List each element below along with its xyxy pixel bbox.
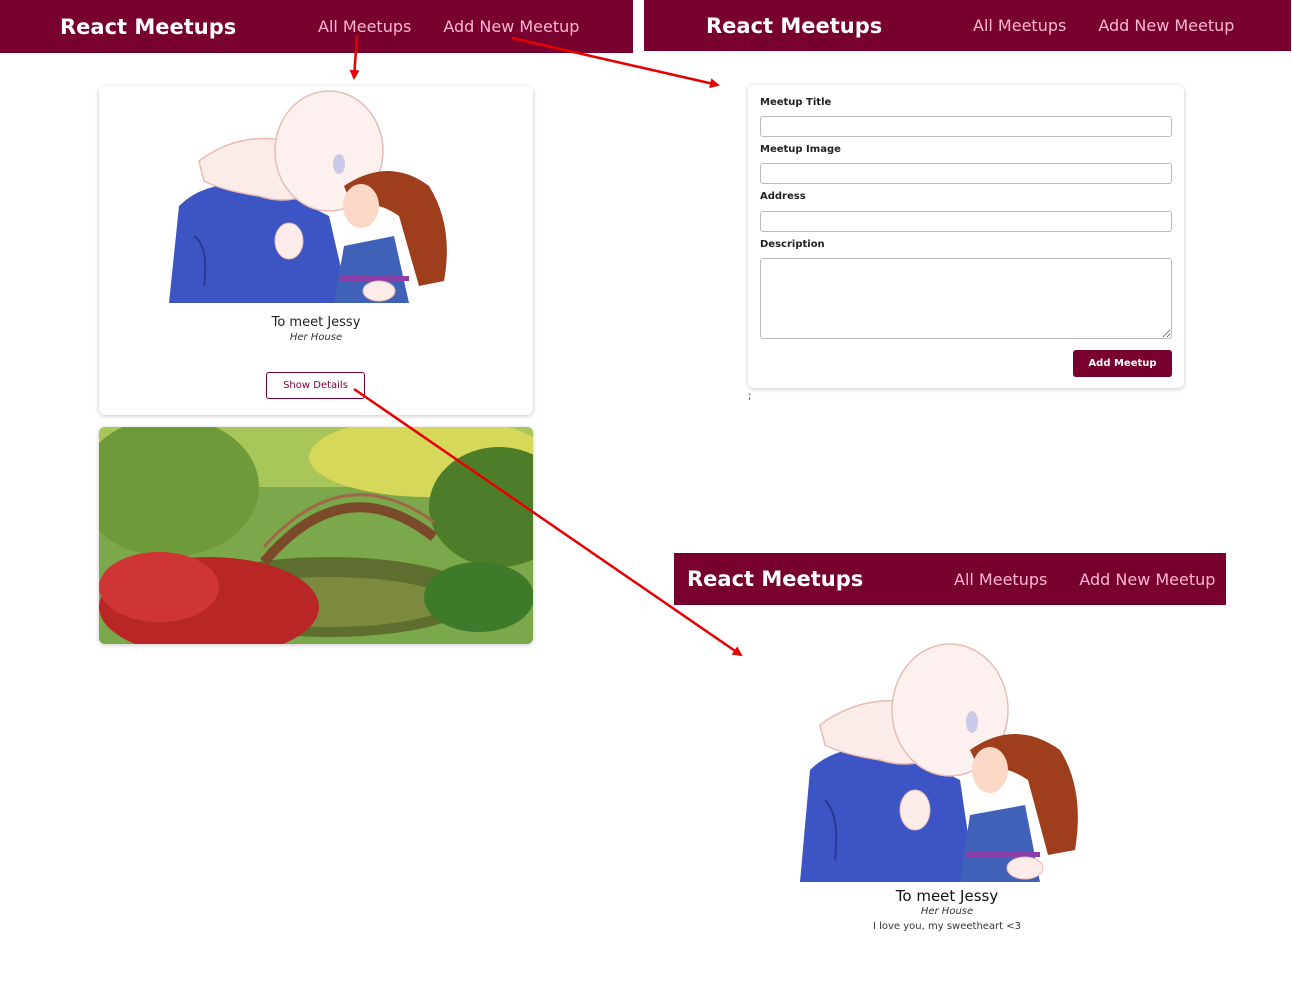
add-meetup-button[interactable]: Add Meetup — [1073, 350, 1172, 377]
nav-all-meetups[interactable]: All Meetups — [954, 570, 1047, 589]
meetup-address: Her House — [289, 332, 343, 343]
description-label: Description — [760, 239, 825, 250]
nav-all-meetups[interactable]: All Meetups — [318, 17, 411, 36]
show-details-button[interactable]: Show Details — [266, 372, 365, 399]
meetup-card: To meet Jessy Her House Show Details — [99, 86, 533, 415]
meetup-detail-title: To meet Jessy — [895, 887, 999, 905]
meetup-image — [99, 86, 533, 303]
description-textarea[interactable] — [760, 258, 1172, 339]
stray-semicolon: ; — [748, 391, 752, 402]
meetup-detail-image — [800, 640, 1083, 882]
nav-all-meetups[interactable]: All Meetups — [973, 16, 1066, 35]
meetup-image-label: Meetup Image — [760, 144, 841, 155]
address-label: Address — [760, 191, 806, 202]
meetup-title: To meet Jessy — [271, 315, 361, 330]
meetup-title-label: Meetup Title — [760, 97, 832, 108]
meetup-detail-address: Her House — [920, 906, 974, 917]
meetup-image-input[interactable] — [760, 163, 1172, 184]
app-logo: React Meetups — [706, 13, 883, 38]
nav-add-new-meetup[interactable]: Add New Meetup — [443, 17, 579, 36]
main-nav: All Meetups Add New Meetup — [973, 16, 1234, 35]
meetup-detail-description: I love you, my sweetheart <3 — [872, 921, 1022, 932]
meetup-title-input[interactable] — [760, 116, 1172, 137]
app-logo: React Meetups — [60, 14, 237, 39]
anime-couple-illustration — [800, 640, 1083, 882]
main-nav: All Meetups Add New Meetup — [954, 570, 1215, 589]
screenshot-stage: React Meetups All Meetups Add New Meetup… — [0, 0, 1292, 988]
new-meetup-form: Meetup Title Meetup Image Address Descri… — [748, 85, 1184, 388]
anime-couple-illustration — [99, 86, 533, 303]
meetup-image — [99, 427, 533, 644]
main-header-form-page: React Meetups All Meetups Add New Meetup — [644, 0, 1291, 51]
garden-bridge-photo — [99, 427, 533, 644]
nav-add-new-meetup[interactable]: Add New Meetup — [1079, 570, 1215, 589]
app-logo: React Meetups — [687, 567, 864, 591]
main-header-list-page: React Meetups All Meetups Add New Meetup — [0, 0, 633, 53]
main-header-details-page: React Meetups All Meetups Add New Meetup — [674, 553, 1226, 605]
address-input[interactable] — [760, 211, 1172, 232]
meetup-card — [99, 427, 533, 644]
main-nav: All Meetups Add New Meetup — [318, 17, 579, 36]
nav-add-new-meetup[interactable]: Add New Meetup — [1098, 16, 1234, 35]
